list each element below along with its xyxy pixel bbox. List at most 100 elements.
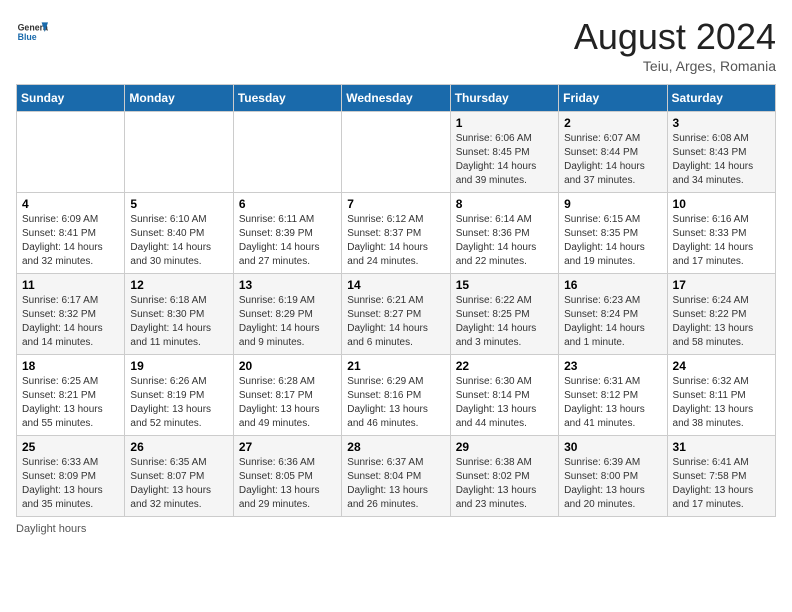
calendar-cell: 2Sunrise: 6:07 AMSunset: 8:44 PMDaylight…	[559, 112, 667, 193]
day-number: 15	[456, 278, 553, 292]
weekday-header-tuesday: Tuesday	[233, 85, 341, 112]
calendar-week-3: 11Sunrise: 6:17 AMSunset: 8:32 PMDayligh…	[17, 274, 776, 355]
day-number: 4	[22, 197, 119, 211]
calendar-cell: 1 Sunrise: 6:06 AMSunset: 8:45 PMDaylight…	[450, 112, 558, 193]
day-info: Sunrise: 6:06 AMSunset: 8:45 PMDaylight:…	[456, 132, 553, 188]
calendar-cell: 18 Sunrise: 6:25 AMSunset: 8:21 PMDayligh…	[17, 355, 125, 436]
day-info: Sunrise: 6:33 AMSunset: 8:09 PMDaylight:…	[22, 456, 119, 512]
calendar-cell: 13 Sunrise: 6:19 AMSunset: 8:29 PMDayligh…	[233, 274, 341, 355]
calendar-cell: 9Sunrise: 6:15 AMSunset: 8:35 PMDaylight…	[559, 193, 667, 274]
day-number: 28	[347, 440, 444, 454]
day-number: 6	[239, 197, 336, 211]
day-number: 11	[22, 278, 119, 292]
calendar-cell	[125, 112, 233, 193]
calendar-cell: 24Sunrise: 6:32 AMSunset: 8:11 PMDayligh…	[667, 355, 775, 436]
calendar-week-4: 18 Sunrise: 6:25 AMSunset: 8:21 PMDayligh…	[17, 355, 776, 436]
day-number: 22	[456, 359, 553, 373]
day-number: 30	[564, 440, 661, 454]
day-number: 1	[456, 116, 553, 130]
calendar-cell: 23 Sunrise: 6:31 AMSunset: 8:12 PMDayligh…	[559, 355, 667, 436]
day-number: 5	[130, 197, 227, 211]
calendar-cell: 3 Sunrise: 6:08 AMSunset: 8:43 PMDaylight…	[667, 112, 775, 193]
day-number: 16	[564, 278, 661, 292]
calendar-cell: 21Sunrise: 6:29 AMSunset: 8:16 PMDayligh…	[342, 355, 450, 436]
day-info: Sunrise: 6:31 AMSunset: 8:12 PMDaylight:…	[564, 375, 661, 431]
calendar-cell: 17 Sunrise: 6:24 AMSunset: 8:22 PMDayligh…	[667, 274, 775, 355]
calendar-cell: 12 Sunrise: 6:18 AMSunset: 8:30 PMDayligh…	[125, 274, 233, 355]
day-number: 12	[130, 278, 227, 292]
calendar-cell	[342, 112, 450, 193]
logo-icon: General Blue	[16, 16, 48, 48]
calendar-cell: 29Sunrise: 6:38 AMSunset: 8:02 PMDayligh…	[450, 436, 558, 517]
day-number: 13	[239, 278, 336, 292]
day-number: 9	[564, 197, 661, 211]
day-number: 19	[130, 359, 227, 373]
day-info: Sunrise: 6:29 AMSunset: 8:16 PMDaylight:…	[347, 375, 444, 431]
day-number: 8	[456, 197, 553, 211]
calendar-cell: 22 Sunrise: 6:30 AMSunset: 8:14 PMDayligh…	[450, 355, 558, 436]
calendar-body: 1 Sunrise: 6:06 AMSunset: 8:45 PMDaylight…	[17, 112, 776, 517]
calendar-cell: 30 Sunrise: 6:39 AMSunset: 8:00 PMDayligh…	[559, 436, 667, 517]
footer: Daylight hours	[16, 523, 776, 535]
calendar-week-5: 25 Sunrise: 6:33 AMSunset: 8:09 PMDayligh…	[17, 436, 776, 517]
day-number: 20	[239, 359, 336, 373]
weekday-header-friday: Friday	[559, 85, 667, 112]
day-info: Sunrise: 6:26 AMSunset: 8:19 PMDaylight:…	[130, 375, 227, 431]
month-title: August 2024	[574, 16, 776, 58]
calendar-cell: 8Sunrise: 6:14 AMSunset: 8:36 PMDaylight…	[450, 193, 558, 274]
day-number: 31	[673, 440, 770, 454]
day-number: 18	[22, 359, 119, 373]
weekday-row: SundayMondayTuesdayWednesdayThursdayFrid…	[17, 85, 776, 112]
calendar-cell: 20 Sunrise: 6:28 AMSunset: 8:17 PMDayligh…	[233, 355, 341, 436]
weekday-header-thursday: Thursday	[450, 85, 558, 112]
day-number: 3	[673, 116, 770, 130]
day-number: 25	[22, 440, 119, 454]
title-block: August 2024 Teiu, Arges, Romania	[574, 16, 776, 74]
day-number: 27	[239, 440, 336, 454]
calendar-cell: 7Sunrise: 6:12 AMSunset: 8:37 PMDaylight…	[342, 193, 450, 274]
day-info: Sunrise: 6:19 AMSunset: 8:29 PMDaylight:…	[239, 294, 336, 350]
day-info: Sunrise: 6:28 AMSunset: 8:17 PMDaylight:…	[239, 375, 336, 431]
calendar-cell: 19 Sunrise: 6:26 AMSunset: 8:19 PMDayligh…	[125, 355, 233, 436]
calendar-cell: 28 Sunrise: 6:37 AMSunset: 8:04 PMDayligh…	[342, 436, 450, 517]
calendar-week-2: 4Sunrise: 6:09 AMSunset: 8:41 PMDaylight…	[17, 193, 776, 274]
day-info: Sunrise: 6:36 AMSunset: 8:05 PMDaylight:…	[239, 456, 336, 512]
logo: General Blue	[16, 16, 48, 48]
calendar-cell: 16 Sunrise: 6:23 AMSunset: 8:24 PMDayligh…	[559, 274, 667, 355]
day-info: Sunrise: 6:18 AMSunset: 8:30 PMDaylight:…	[130, 294, 227, 350]
day-info: Sunrise: 6:16 AMSunset: 8:33 PMDaylight:…	[673, 213, 770, 269]
day-info: Sunrise: 6:08 AMSunset: 8:43 PMDaylight:…	[673, 132, 770, 188]
day-info: Sunrise: 6:12 AMSunset: 8:37 PMDaylight:…	[347, 213, 444, 269]
calendar-cell: 14Sunrise: 6:21 AMSunset: 8:27 PMDayligh…	[342, 274, 450, 355]
svg-text:Blue: Blue	[18, 32, 37, 42]
calendar-cell: 26 Sunrise: 6:35 AMSunset: 8:07 PMDayligh…	[125, 436, 233, 517]
day-info: Sunrise: 6:07 AMSunset: 8:44 PMDaylight:…	[564, 132, 661, 188]
day-number: 17	[673, 278, 770, 292]
calendar-cell: 6Sunrise: 6:11 AMSunset: 8:39 PMDaylight…	[233, 193, 341, 274]
day-number: 23	[564, 359, 661, 373]
day-number: 26	[130, 440, 227, 454]
calendar-week-1: 1 Sunrise: 6:06 AMSunset: 8:45 PMDaylight…	[17, 112, 776, 193]
day-info: Sunrise: 6:37 AMSunset: 8:04 PMDaylight:…	[347, 456, 444, 512]
calendar-cell: 15Sunrise: 6:22 AMSunset: 8:25 PMDayligh…	[450, 274, 558, 355]
day-info: Sunrise: 6:25 AMSunset: 8:21 PMDaylight:…	[22, 375, 119, 431]
calendar-cell: 4Sunrise: 6:09 AMSunset: 8:41 PMDaylight…	[17, 193, 125, 274]
day-info: Sunrise: 6:30 AMSunset: 8:14 PMDaylight:…	[456, 375, 553, 431]
calendar-cell: 5 Sunrise: 6:10 AMSunset: 8:40 PMDaylight…	[125, 193, 233, 274]
calendar-cell: 27 Sunrise: 6:36 AMSunset: 8:05 PMDayligh…	[233, 436, 341, 517]
calendar-cell: 11Sunrise: 6:17 AMSunset: 8:32 PMDayligh…	[17, 274, 125, 355]
day-number: 24	[673, 359, 770, 373]
day-info: Sunrise: 6:39 AMSunset: 8:00 PMDaylight:…	[564, 456, 661, 512]
day-info: Sunrise: 6:23 AMSunset: 8:24 PMDaylight:…	[564, 294, 661, 350]
weekday-header-saturday: Saturday	[667, 85, 775, 112]
calendar-header: SundayMondayTuesdayWednesdayThursdayFrid…	[17, 85, 776, 112]
page-header: General Blue August 2024 Teiu, Arges, Ro…	[16, 16, 776, 74]
day-number: 10	[673, 197, 770, 211]
calendar-cell: 10 Sunrise: 6:16 AMSunset: 8:33 PMDayligh…	[667, 193, 775, 274]
day-info: Sunrise: 6:10 AMSunset: 8:40 PMDaylight:…	[130, 213, 227, 269]
day-info: Sunrise: 6:24 AMSunset: 8:22 PMDaylight:…	[673, 294, 770, 350]
day-info: Sunrise: 6:35 AMSunset: 8:07 PMDaylight:…	[130, 456, 227, 512]
weekday-header-monday: Monday	[125, 85, 233, 112]
calendar-cell: 31Sunrise: 6:41 AMSunset: 7:58 PMDayligh…	[667, 436, 775, 517]
calendar-cell: 25 Sunrise: 6:33 AMSunset: 8:09 PMDayligh…	[17, 436, 125, 517]
